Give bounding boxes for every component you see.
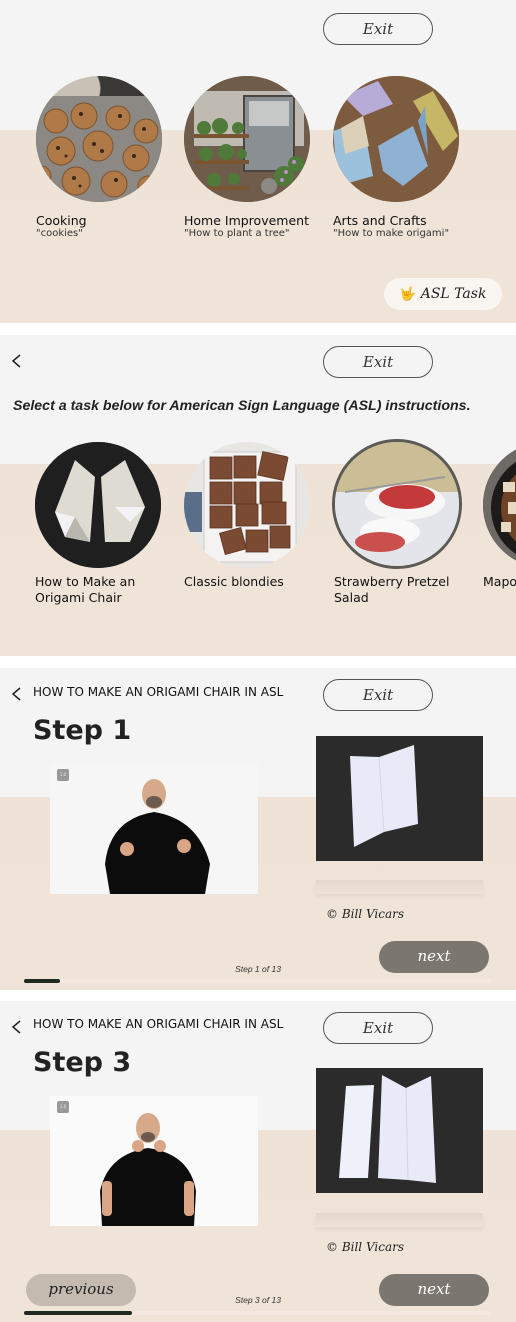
folded-paper-strips-photo (339, 1075, 436, 1183)
origami-cranes-photo (333, 76, 459, 202)
step-screen-3: HOW TO MAKE AN ORIGAMI CHAIR IN ASL Exit… (0, 1001, 516, 1322)
next-button[interactable]: next (379, 941, 489, 973)
category-subtitle: "How to plant a tree" (184, 228, 290, 239)
category-cooking-image[interactable] (36, 76, 162, 202)
cookies-photo (36, 96, 162, 202)
progress-fill (24, 1311, 132, 1315)
category-subtitle: "How to make origami" (333, 228, 450, 239)
asl-task-list-screen: Exit Select a task below for American Si… (0, 335, 516, 656)
blondies-photo (184, 442, 310, 568)
task-breadcrumb: HOW TO MAKE AN ORIGAMI CHAIR IN ASL (33, 1017, 284, 1031)
step-counter: Step 1 of 13 (235, 964, 281, 974)
task-mapo-image[interactable] (483, 442, 516, 568)
asl-video[interactable]: 1.0 (50, 1096, 258, 1226)
step-progress-bar (24, 1311, 491, 1315)
category-title[interactable]: Home Improvement (184, 213, 309, 228)
category-title[interactable]: Cooking (36, 213, 87, 228)
exit-button[interactable]: Exit (323, 13, 433, 45)
asl-task-label: ASL Task (420, 286, 487, 302)
plant-shelf-photo (184, 76, 310, 202)
previous-button[interactable]: previous (26, 1274, 136, 1306)
playback-speed-badge[interactable]: 1.0 (57, 1101, 69, 1113)
instruction-text: Select a task below for American Sign La… (13, 398, 471, 414)
step-title: Step 1 (33, 715, 132, 746)
category-arts-crafts-image[interactable] (333, 76, 459, 202)
asl-video[interactable]: 1.0 (50, 764, 258, 894)
mapo-dish-photo (483, 442, 516, 568)
task-strawberry-salad-image[interactable] (332, 439, 462, 569)
ily-hand-icon: 🤟 (399, 286, 416, 302)
step-title: Step 3 (33, 1047, 132, 1078)
step-illustration (316, 736, 483, 861)
back-chevron-icon[interactable] (10, 1020, 24, 1034)
asl-task-button[interactable]: 🤟 ASL Task (384, 278, 502, 310)
strawberry-salad-photo (335, 442, 459, 566)
origami-chair-photo (35, 442, 161, 568)
step-screen-1: HOW TO MAKE AN ORIGAMI CHAIR IN ASL Exit… (0, 668, 516, 990)
progress-fill (24, 979, 60, 983)
playback-speed-badge[interactable]: 1.0 (57, 769, 69, 781)
signer-figure (100, 1113, 196, 1226)
task-breadcrumb: HOW TO MAKE AN ORIGAMI CHAIR IN ASL (33, 685, 284, 699)
exit-button[interactable]: Exit (323, 346, 433, 378)
task-blondies-image[interactable] (184, 442, 310, 568)
task-title[interactable]: Mapo (483, 574, 516, 590)
category-title[interactable]: Arts and Crafts (333, 213, 427, 228)
back-chevron-icon[interactable] (10, 687, 24, 701)
folded-paper-photo (350, 745, 418, 847)
signer-figure (105, 779, 210, 894)
credit-text: © Bill Vicars (326, 907, 405, 921)
exit-button[interactable]: Exit (323, 1012, 433, 1044)
illustration-shadow (316, 1213, 483, 1227)
step-illustration (316, 1068, 483, 1193)
exit-button[interactable]: Exit (323, 679, 433, 711)
step-progress-bar (24, 979, 491, 983)
step-counter: Step 3 of 13 (235, 1295, 281, 1305)
credit-text: © Bill Vicars (326, 1240, 405, 1254)
category-subtitle: "cookies" (36, 228, 83, 239)
task-title[interactable]: How to Make an Origami Chair (35, 574, 165, 606)
task-origami-chair-image[interactable] (35, 442, 161, 568)
next-button[interactable]: next (379, 1274, 489, 1306)
back-chevron-icon[interactable] (10, 354, 24, 368)
task-title[interactable]: Classic blondies (184, 574, 314, 590)
category-home-improvement-image[interactable] (184, 76, 310, 202)
category-screen: Exit Cooking "cookies" Home Improvement … (0, 0, 516, 323)
illustration-shadow (316, 880, 483, 894)
task-title[interactable]: Strawberry Pretzel Salad (334, 574, 464, 606)
